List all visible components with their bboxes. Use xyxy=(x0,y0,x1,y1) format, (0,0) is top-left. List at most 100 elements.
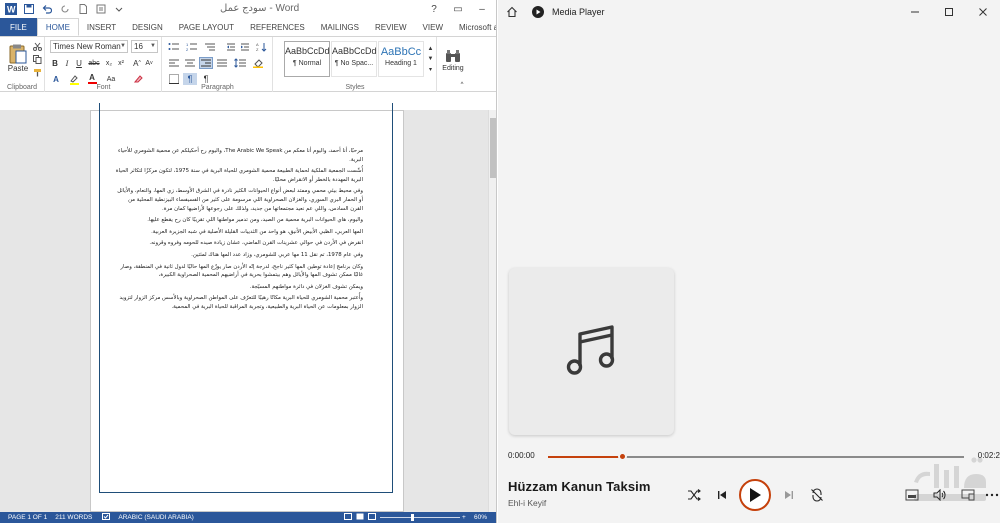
scrollbar-thumb[interactable] xyxy=(490,118,496,178)
editing-label: Editing xyxy=(442,64,464,72)
minimize-icon xyxy=(911,11,919,13)
format-painter-icon[interactable] xyxy=(32,67,42,77)
font-size-combo[interactable]: 16 ▼ xyxy=(131,40,158,53)
print-layout-icon[interactable] xyxy=(356,513,364,522)
style-normal[interactable]: AaBbCcDd ¶ Normal xyxy=(284,41,330,77)
account-tab[interactable]: Microsoft acc... xyxy=(451,18,496,36)
doc-paragraph: أُسِّست الجمعية الملكية لحماية الطبيعة م… xyxy=(115,168,363,183)
more-icon: ▾ xyxy=(428,66,432,73)
seek-bar-progress xyxy=(548,456,623,458)
bold-button[interactable]: B xyxy=(50,57,60,69)
shuffle-icon xyxy=(688,489,701,501)
tab-review[interactable]: REVIEW xyxy=(367,18,415,36)
zoom-slider[interactable] xyxy=(380,517,460,518)
redo-icon[interactable] xyxy=(58,2,72,16)
previous-button[interactable] xyxy=(712,485,732,505)
strikethrough-button[interactable]: abc xyxy=(88,57,100,69)
collapse-ribbon-icon[interactable]: ^ xyxy=(458,81,466,89)
track-artist[interactable]: Ehl-i Keyif xyxy=(508,498,546,508)
font-name-combo[interactable]: Times New Roman ▼ xyxy=(50,40,128,53)
grow-font-button[interactable]: A ^ xyxy=(132,57,142,69)
underline-button[interactable]: U xyxy=(74,57,84,69)
style-heading-1[interactable]: AaBbCc Heading 1 xyxy=(378,41,424,77)
align-right-icon[interactable] xyxy=(199,57,213,69)
minimize-button[interactable] xyxy=(898,0,932,24)
paste-button[interactable]: Paste xyxy=(6,41,30,75)
shading-icon[interactable] xyxy=(251,57,265,69)
page-count[interactable]: PAGE 1 OF 1 xyxy=(8,514,47,521)
styles-group-label: Styles xyxy=(345,84,365,91)
shuffle-button[interactable] xyxy=(684,485,704,505)
tab-page-layout[interactable]: PAGE LAYOUT xyxy=(171,18,242,36)
bullets-icon[interactable] xyxy=(167,41,181,53)
customize-qat-icon[interactable] xyxy=(112,2,126,16)
superscript-button[interactable]: x² xyxy=(116,57,126,69)
align-left-icon[interactable] xyxy=(167,57,181,69)
subscript-button[interactable]: x₂ xyxy=(104,57,114,69)
shrink-font-button[interactable]: Av xyxy=(144,57,154,69)
binoculars-icon xyxy=(446,49,460,62)
sort-icon[interactable]: AZ xyxy=(255,41,269,53)
document-body[interactable]: مرحبًا، أنا أحمد، واليوم أنا معكم من The… xyxy=(115,147,363,315)
zoom-level[interactable]: 60% xyxy=(474,514,487,521)
word-count[interactable]: 211 WORDS xyxy=(55,514,92,521)
read-mode-icon[interactable] xyxy=(343,513,352,522)
repeat-button[interactable] xyxy=(807,485,827,505)
back-button[interactable] xyxy=(498,6,526,18)
more-icon xyxy=(985,493,999,497)
document-page[interactable]: مرحبًا، أنا أحمد، واليوم أنا معكم من The… xyxy=(90,103,404,512)
seek-bar-thumb[interactable] xyxy=(618,452,627,461)
editing-button[interactable]: Editing xyxy=(440,41,466,79)
language-indicator[interactable]: ARABIC (SAUDI ARABIA) xyxy=(118,514,194,521)
undo-icon[interactable] xyxy=(40,2,54,16)
next-button[interactable] xyxy=(779,485,799,505)
align-center-icon[interactable] xyxy=(183,57,197,69)
web-layout-icon[interactable] xyxy=(367,513,376,522)
ribbon-display-icon[interactable]: ▭ xyxy=(446,0,470,18)
document-area[interactable]: مرحبًا، أنا أحمد، واليوم أنا معكم من The… xyxy=(0,103,496,512)
word-window: W سودج عمل - Word ? ▭ – FILE HOME INSERT… xyxy=(0,0,497,523)
zoom-in-button[interactable]: + xyxy=(462,514,466,521)
play-button[interactable] xyxy=(739,479,771,511)
zoom-slider-thumb[interactable] xyxy=(411,514,414,521)
italic-button[interactable]: I xyxy=(62,57,72,69)
track-title[interactable]: Hüzzam Kanun Taksim xyxy=(508,479,651,494)
font-size-value: 16 xyxy=(134,42,143,51)
style-heading-1-name: Heading 1 xyxy=(385,60,417,67)
tab-mailings[interactable]: MAILINGS xyxy=(313,18,367,36)
print-preview-icon[interactable] xyxy=(94,2,108,16)
increase-indent-icon[interactable] xyxy=(239,41,251,53)
more-options-button[interactable] xyxy=(982,485,1000,505)
elapsed-time: 0:00:00 xyxy=(508,451,535,460)
numbering-icon[interactable]: 12 xyxy=(185,41,199,53)
tab-references[interactable]: REFERENCES xyxy=(242,18,313,36)
miniplayer-button[interactable] xyxy=(902,485,922,505)
tab-view[interactable]: VIEW xyxy=(415,18,451,36)
justify-icon[interactable] xyxy=(215,57,229,69)
tab-file[interactable]: FILE xyxy=(0,18,37,36)
proofing-icon[interactable] xyxy=(102,513,111,522)
vertical-scrollbar[interactable] xyxy=(488,110,496,512)
close-button[interactable] xyxy=(966,0,1000,24)
maximize-button[interactable] xyxy=(932,0,966,24)
multilevel-list-icon[interactable] xyxy=(203,41,217,53)
word-window-title: سودج عمل - Word xyxy=(220,3,300,14)
copy-icon[interactable] xyxy=(32,54,42,64)
cut-icon[interactable] xyxy=(32,41,42,51)
cast-button[interactable] xyxy=(958,485,978,505)
line-spacing-icon[interactable] xyxy=(233,57,247,69)
tab-insert[interactable]: INSERT xyxy=(79,18,124,36)
next-icon xyxy=(785,491,793,499)
tab-design[interactable]: DESIGN xyxy=(124,18,171,36)
style-no-spacing[interactable]: AaBbCcDd ¶ No Spac... xyxy=(331,41,377,77)
minimize-icon[interactable]: – xyxy=(470,0,494,18)
help-icon[interactable]: ? xyxy=(422,0,446,18)
new-document-icon[interactable] xyxy=(76,2,90,16)
miniplayer-icon xyxy=(905,489,919,501)
tab-home[interactable]: HOME xyxy=(36,18,79,36)
styles-gallery-scroll[interactable]: ▲ ▼ ▾ xyxy=(426,41,435,77)
chevron-up-icon: ▲ xyxy=(427,45,434,52)
volume-button[interactable] xyxy=(930,485,950,505)
decrease-indent-icon[interactable] xyxy=(225,41,237,53)
save-icon[interactable] xyxy=(22,2,36,16)
